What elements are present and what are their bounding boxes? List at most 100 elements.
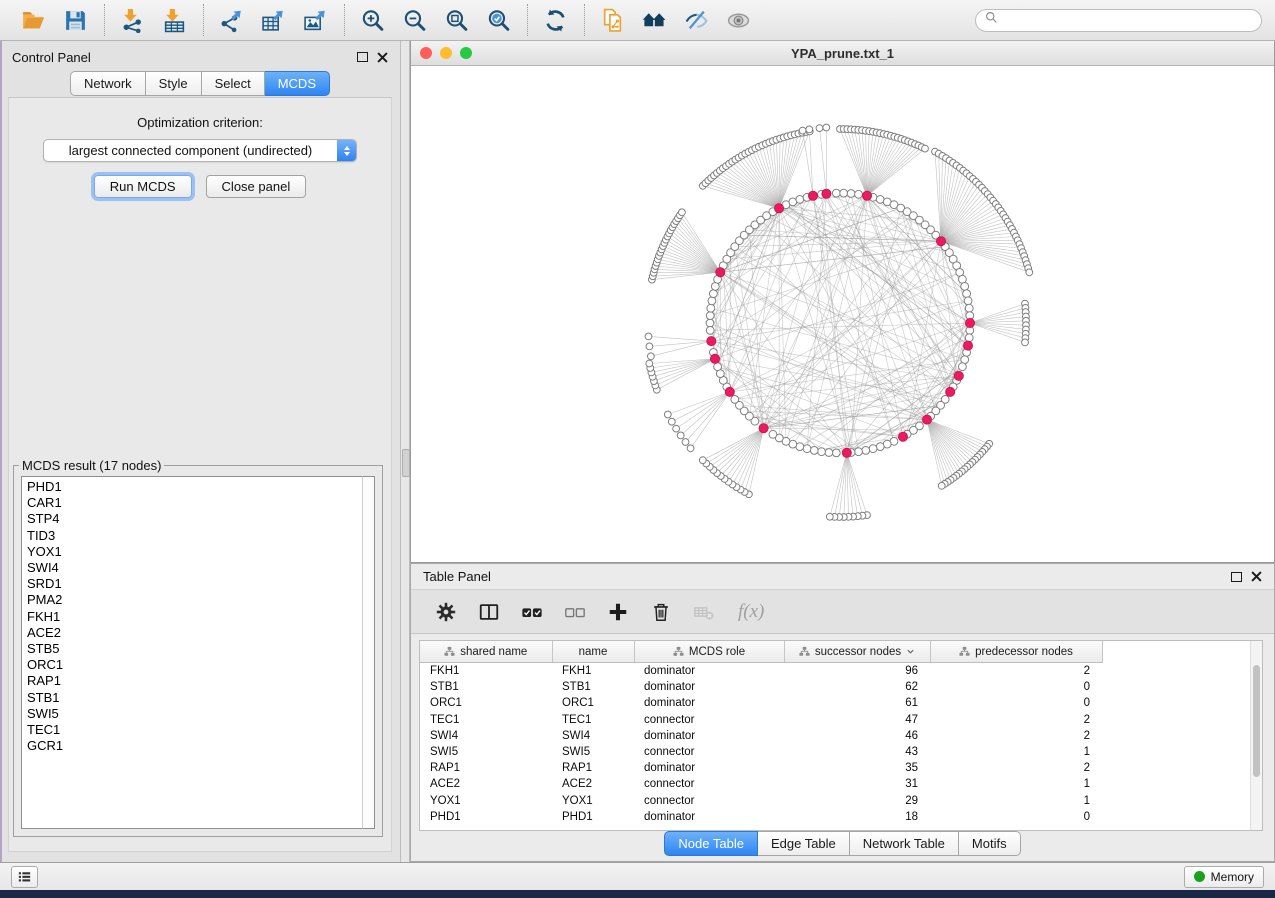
result-node-tec1[interactable]: TEC1 <box>22 722 362 738</box>
table-row-yox1[interactable]: YOX1YOX1connector291 <box>420 793 1102 809</box>
mcds-dominator-node[interactable] <box>963 341 972 350</box>
task-history-button[interactable] <box>11 866 38 888</box>
splitter-handle-icon[interactable] <box>402 449 410 477</box>
mcds-dominator-node[interactable] <box>725 387 734 396</box>
result-node-stb1[interactable]: STB1 <box>22 690 362 706</box>
table-tab-network-table[interactable]: Network Table <box>850 831 959 856</box>
table-row-stb1[interactable]: STB1STB1dominator620 <box>420 679 1102 695</box>
mcds-dominator-node[interactable] <box>922 415 931 424</box>
maximize-window-traffic-light[interactable] <box>460 47 472 59</box>
run-mcds-button[interactable]: Run MCDS <box>94 175 192 198</box>
result-node-orc1[interactable]: ORC1 <box>22 657 362 673</box>
mcds-dominator-node[interactable] <box>965 318 974 327</box>
zoom-selected-button[interactable] <box>485 6 513 34</box>
result-node-fkh1[interactable]: FKH1 <box>22 609 362 625</box>
result-node-stp4[interactable]: STP4 <box>22 511 362 527</box>
tab-select[interactable]: Select <box>202 71 265 96</box>
network-canvas[interactable] <box>411 66 1274 562</box>
table-row-ace2[interactable]: ACE2ACE2connector311 <box>420 776 1102 792</box>
mcds-dominator-node[interactable] <box>808 191 817 200</box>
mcds-dominator-node[interactable] <box>707 337 716 346</box>
table-row-tec1[interactable]: TEC1TEC1connector472 <box>420 712 1102 728</box>
mcds-dominator-node[interactable] <box>946 387 955 396</box>
tab-style[interactable]: Style <box>146 71 202 96</box>
result-node-phd1[interactable]: PHD1 <box>22 479 362 495</box>
zoom-out-button[interactable] <box>401 6 429 34</box>
table-scrollbar[interactable] <box>1250 641 1262 830</box>
hide-panel-button[interactable] <box>683 6 711 34</box>
close-window-traffic-light[interactable] <box>420 47 432 59</box>
mcds-dominator-node[interactable] <box>710 354 719 363</box>
table-row-phd1[interactable]: PHD1PHD1dominator180 <box>420 809 1102 825</box>
table-row-orc1[interactable]: ORC1ORC1dominator610 <box>420 695 1102 711</box>
mcds-dominator-node[interactable] <box>862 191 871 200</box>
memory-button[interactable]: Memory <box>1184 866 1264 888</box>
column-header-mcds-role[interactable]: MCDS role <box>634 641 784 663</box>
mcds-dominator-node[interactable] <box>759 424 768 433</box>
select-all-button[interactable] <box>521 600 545 624</box>
mcds-dominator-node[interactable] <box>936 237 945 246</box>
mcds-dominator-node[interactable] <box>716 268 725 277</box>
table-tab-motifs[interactable]: Motifs <box>959 831 1021 856</box>
zoom-fit-button[interactable] <box>443 6 471 34</box>
search-input[interactable] <box>1004 12 1252 28</box>
mcds-dominator-node[interactable] <box>822 189 831 198</box>
panel-splitter[interactable] <box>400 41 410 862</box>
column-header-predecessor-nodes[interactable]: predecessor nodes <box>930 641 1102 663</box>
result-node-swi4[interactable]: SWI4 <box>22 560 362 576</box>
close-table-panel-icon[interactable] <box>1251 571 1262 582</box>
import-network-button[interactable] <box>119 6 147 34</box>
result-node-pma2[interactable]: PMA2 <box>22 592 362 608</box>
table-row-swi4[interactable]: SWI4SWI4dominator462 <box>420 728 1102 744</box>
table-scrollbar-thumb[interactable] <box>1253 665 1260 777</box>
column-header-successor-nodes[interactable]: successor nodes <box>784 641 930 663</box>
tab-mcds[interactable]: MCDS <box>265 71 330 96</box>
table-tab-node-table[interactable]: Node Table <box>664 831 758 856</box>
settings-gear-button[interactable] <box>435 600 459 624</box>
export-image-button[interactable] <box>302 6 330 34</box>
table-tab-edge-table[interactable]: Edge Table <box>758 831 850 856</box>
search-box[interactable] <box>975 9 1262 32</box>
result-node-swi5[interactable]: SWI5 <box>22 706 362 722</box>
table-row-fkh1[interactable]: FKH1FKH1dominator962 <box>420 663 1102 680</box>
mcds-dominator-node[interactable] <box>954 371 963 380</box>
mcds-dominator-node[interactable] <box>774 204 783 213</box>
column-header-shared-name[interactable]: shared name <box>420 641 552 663</box>
result-node-srd1[interactable]: SRD1 <box>22 576 362 592</box>
import-table-button[interactable] <box>161 6 189 34</box>
criterion-dropdown[interactable]: largest connected component (undirected) <box>43 139 357 162</box>
result-node-car1[interactable]: CAR1 <box>22 495 362 511</box>
network-graph[interactable] <box>411 66 1274 562</box>
float-panel-icon[interactable] <box>357 52 368 62</box>
export-network-button[interactable] <box>218 6 246 34</box>
result-node-rap1[interactable]: RAP1 <box>22 673 362 689</box>
table-row-swi5[interactable]: SWI5SWI5connector431 <box>420 744 1102 760</box>
split-columns-button[interactable] <box>478 600 502 624</box>
open-file-button[interactable] <box>20 6 48 34</box>
result-node-tid3[interactable]: TID3 <box>22 528 362 544</box>
tab-network[interactable]: Network <box>70 71 146 96</box>
column-header-name[interactable]: name <box>552 641 634 663</box>
result-list-scrollbar[interactable] <box>362 476 375 829</box>
clone-network-button[interactable] <box>599 6 627 34</box>
zoom-in-button[interactable] <box>359 6 387 34</box>
apply-layout-button[interactable] <box>542 6 570 34</box>
minimize-window-traffic-light[interactable] <box>440 47 452 59</box>
close-panel-icon[interactable] <box>377 52 388 63</box>
result-node-ace2[interactable]: ACE2 <box>22 625 362 641</box>
save-session-button[interactable] <box>62 6 90 34</box>
home-button[interactable] <box>641 6 669 34</box>
mcds-dominator-node[interactable] <box>842 448 851 457</box>
result-node-gcr1[interactable]: GCR1 <box>22 738 362 754</box>
float-table-panel-icon[interactable] <box>1231 572 1242 582</box>
export-table-button[interactable] <box>260 6 288 34</box>
result-node-stb5[interactable]: STB5 <box>22 641 362 657</box>
result-node-yox1[interactable]: YOX1 <box>22 544 362 560</box>
mcds-dominator-node[interactable] <box>898 432 907 441</box>
show-preview-button[interactable] <box>725 6 753 34</box>
clear-checks-button[interactable] <box>564 600 588 624</box>
delete-column-button[interactable] <box>650 600 674 624</box>
close-panel-button[interactable]: Close panel <box>206 175 307 198</box>
table-row-rap1[interactable]: RAP1RAP1dominator352 <box>420 760 1102 776</box>
add-column-button[interactable] <box>607 600 631 624</box>
